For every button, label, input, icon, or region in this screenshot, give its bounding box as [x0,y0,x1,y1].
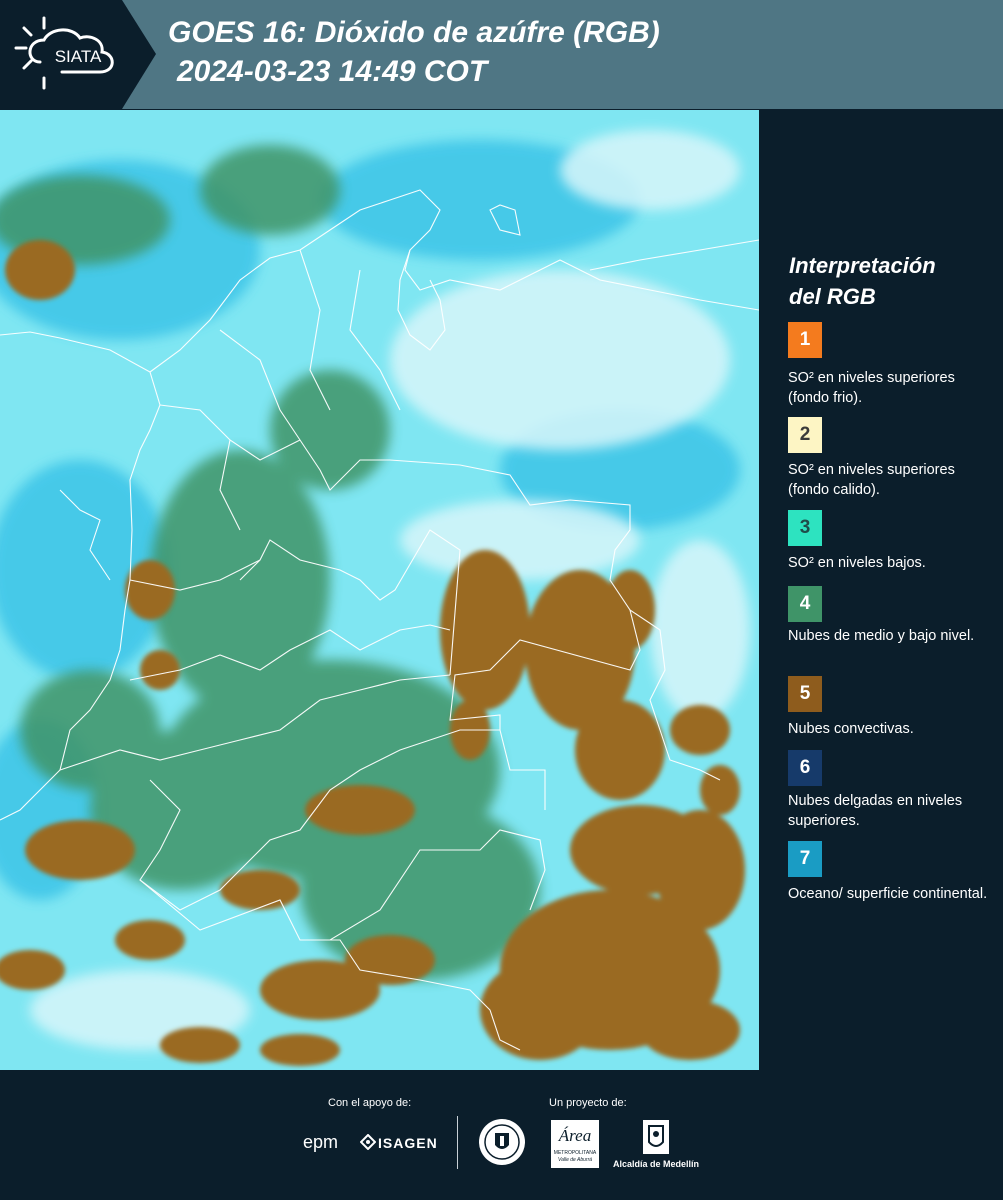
legend-text-1: SO² en niveles superiores (fondo frio). [788,370,955,406]
alcaldia-crest-icon [641,1118,671,1161]
area-metropolitana-logo: Área METROPOLITANA Valle de Aburrá [551,1120,599,1168]
isagen-mark-icon [359,1133,377,1155]
medellin-seal-icon [477,1117,527,1172]
legend-swatch-4: 4 [788,586,822,622]
isagen-logo: ISAGEN [378,1135,438,1151]
legend-swatch-7: 7 [788,841,822,877]
footer: Con el apoyo de: Un proyecto de: epm ISA… [0,1070,1003,1200]
legend-text-4: Nubes de medio y bajo nivel. [788,628,975,644]
legend-title: Interpretación del RGB [789,250,989,312]
alcaldia-logo: Alcaldía de Medellín [613,1159,700,1169]
project-label: Un proyecto de: [549,1097,627,1109]
siata-logo: SIATA [0,0,158,109]
legend-text-2: SO² en niveles superiores (fondo calido)… [788,462,955,498]
legend-title-line1: Interpretación [789,253,936,278]
legend-swatch-5: 5 [788,676,822,712]
legend-title-line2: del RGB [789,284,876,309]
legend-swatch-1: 1 [788,322,822,358]
area-sub2: Valle de Aburrá [557,1157,593,1163]
legend-swatch-3: 3 [788,510,822,546]
legend-swatch-2: 2 [788,417,822,453]
legend-text-7: Oceano/ superficie continental. [788,886,988,902]
legend-text-5: Nubes convectivas. [788,721,914,737]
footer-divider [457,1116,458,1169]
legend-text-3: SO² en niveles bajos. [788,555,926,571]
legend-panel: Interpretación del RGB 1 SO² en niveles … [759,110,1003,1070]
page-title: GOES 16: Dióxido de azúfre (RGB) [168,16,660,49]
svg-text:SIATA: SIATA [55,47,102,66]
area-word: Área [558,1126,592,1145]
legend-swatch-6: 6 [788,750,822,786]
epm-logo: epm [303,1132,339,1152]
legend-text-6: Nubes delgadas en niveles superiores. [788,793,963,829]
satellite-map [0,110,759,1070]
area-sub1: METROPOLITANA [553,1150,597,1156]
support-label: Con el apoyo de: [328,1097,412,1109]
timestamp: 2024-03-23 14:49 COT [177,55,488,88]
